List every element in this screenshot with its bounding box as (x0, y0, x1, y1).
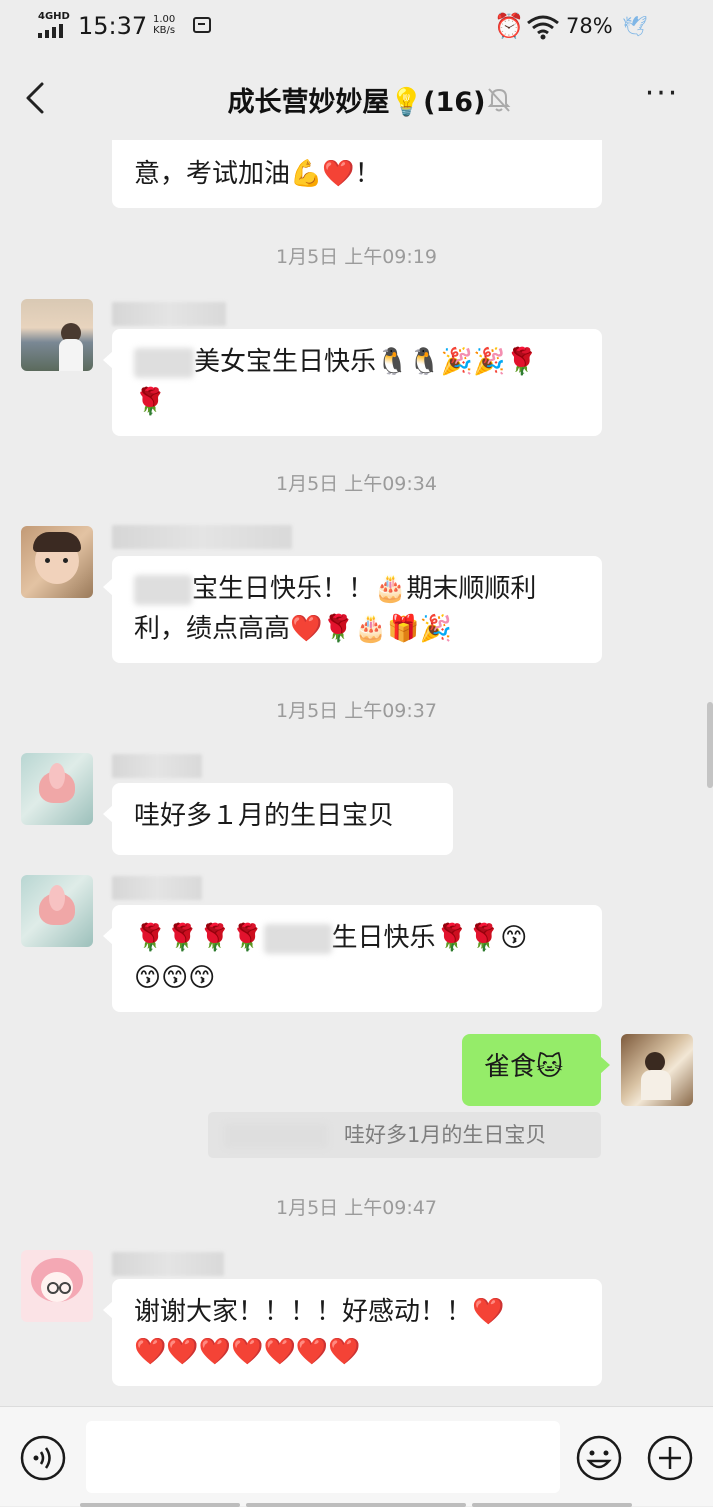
message-bubble[interactable]: 美女宝生日快乐🐧🐧🎉🎉🌹 🌹 (103, 329, 602, 436)
input-bar (0, 1406, 713, 1507)
timestamp: 1月5日 上午09:37 (276, 700, 437, 722)
timestamp: 1月5日 上午09:34 (276, 473, 437, 495)
nav-hint (80, 1503, 240, 1507)
message-list[interactable]: 意，考试加油💪❤️！ 1月5日 上午09:19 美女宝生日快乐🐧🐧🎉🎉🌹 🌹 1… (0, 140, 713, 1406)
message-text: 谢谢大家！！！！好感动！！❤️ (134, 1297, 505, 1327)
voice-icon[interactable] (20, 1435, 66, 1481)
network-type: 4GHD (38, 11, 70, 22)
timestamp: 1月5日 上午09:47 (276, 1197, 437, 1219)
emoji-icon[interactable] (576, 1435, 622, 1481)
sender-name (112, 876, 202, 900)
message-bubble[interactable]: 谢谢大家！！！！好感动！！❤️ ❤️❤️❤️❤️❤️❤️❤️ (103, 1279, 602, 1386)
sender-name (112, 302, 226, 326)
quoted-message[interactable]: 哇好多1月的生日宝贝 (208, 1112, 601, 1158)
message-text: 利，绩点高高❤️🌹🎂🎁🎉 (134, 614, 452, 644)
message-bubble[interactable]: 宝生日快乐！！🎂期末顺顺利 利，绩点高高❤️🌹🎂🎁🎉 (103, 556, 602, 663)
timestamp: 1月5日 上午09:19 (276, 246, 437, 268)
message-bubble[interactable]: 🌹🌹🌹🌹 生日快乐🌹🌹😙 😙😙😙 (103, 905, 602, 1012)
message-text: 😙😙😙 (134, 963, 216, 993)
sender-name (112, 525, 292, 549)
redacted-text (263, 923, 332, 954)
sender-name (112, 1252, 224, 1276)
alarm-icon: ⏰ (494, 12, 524, 40)
chat-title: 成长营妙妙屋💡(16) (227, 87, 486, 118)
message-text: 生日快乐🌹🌹😙 (331, 923, 528, 953)
avatar[interactable] (21, 875, 93, 947)
avatar[interactable] (21, 1250, 93, 1322)
avatar[interactable] (21, 299, 93, 371)
battery-level: 78% (566, 14, 613, 38)
avatar[interactable] (21, 753, 93, 825)
my-message-bubble[interactable]: 雀食🐱 (462, 1034, 610, 1106)
signal-icon (38, 24, 68, 38)
message-text: 意，考试加油💪❤️！ (134, 159, 381, 189)
message-text: ❤️❤️❤️❤️❤️❤️❤️ (134, 1337, 361, 1367)
more-options-button[interactable]: ··· (640, 79, 684, 114)
message-input[interactable] (86, 1421, 560, 1493)
bird-icon: 🕊 (622, 14, 648, 38)
message-bubble[interactable]: 意，考试加油💪❤️！ (112, 140, 602, 208)
nav-hint (246, 1503, 466, 1507)
clock: 15:37 (78, 12, 148, 40)
message-text: 美女宝生日快乐🐧🐧🎉🎉🌹 (194, 347, 538, 377)
redacted-text (134, 574, 192, 605)
quoted-text: 哇好多1月的生日宝贝 (344, 1123, 547, 1147)
message-bubble[interactable]: 哇好多１月的生日宝贝 (103, 783, 453, 855)
redacted-text (224, 1124, 328, 1148)
sender-name (112, 754, 202, 778)
plus-icon[interactable] (647, 1435, 693, 1481)
bell-off-icon (487, 88, 511, 112)
chat-header: 成长营妙妙屋💡(16) ··· (0, 56, 713, 140)
message-text: 雀食🐱 (484, 1052, 564, 1082)
my-avatar[interactable] (621, 1034, 693, 1106)
message-text: 🌹🌹🌹🌹 (134, 923, 264, 953)
network-speed: 1.00 KB/s (153, 14, 176, 36)
message-icon (193, 17, 211, 33)
message-text: 宝生日快乐！！🎂期末顺顺利 (192, 574, 537, 604)
status-bar: 4GHD 15:37 1.00 KB/s ⏰ 78% 🕊 (0, 0, 713, 56)
redacted-text (134, 347, 194, 378)
wifi-icon (527, 15, 559, 40)
message-text: 🌹 (134, 387, 167, 417)
scrollbar[interactable] (707, 702, 713, 788)
message-text: 哇好多１月的生日宝贝 (134, 801, 395, 831)
nav-hint (472, 1503, 632, 1507)
avatar[interactable] (21, 526, 93, 598)
